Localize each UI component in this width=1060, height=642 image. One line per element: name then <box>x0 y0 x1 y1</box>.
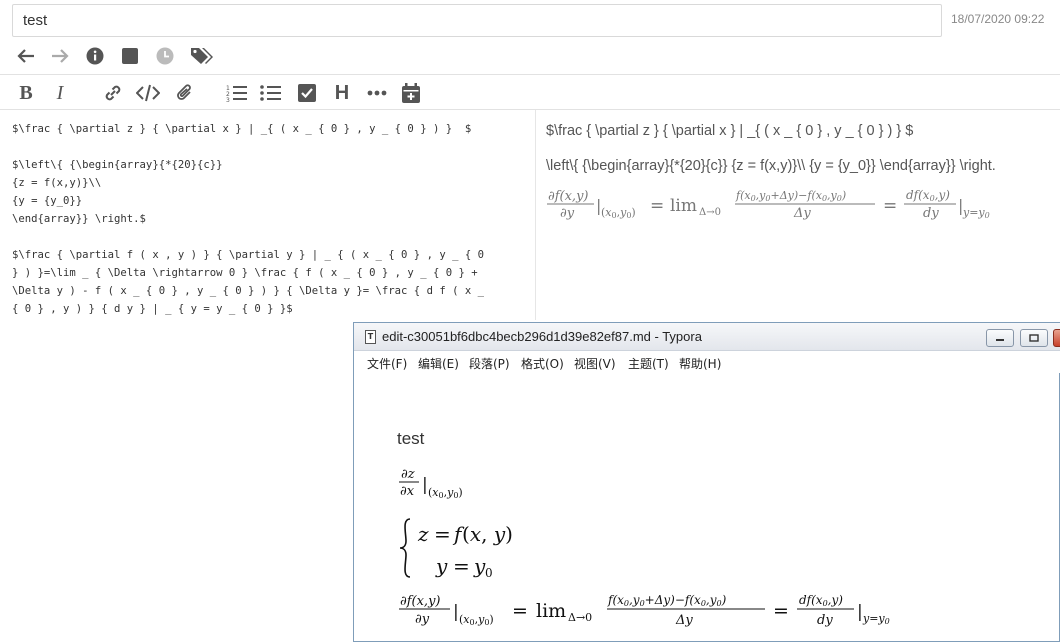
svg-text:0: 0 <box>485 566 493 580</box>
document-text: test <box>397 429 425 448</box>
svg-text:=: = <box>650 196 664 216</box>
pane-divider[interactable] <box>535 110 536 320</box>
preview-pane: $\frac { \partial z } { \partial x } | _… <box>546 110 1056 320</box>
preview-rendered-formula: ∂f(x,y) ∂y | (x0,y0) = lim Δ→0 f(x0,y0+Δ… <box>547 188 990 221</box>
svg-text:dy: dy <box>817 613 833 628</box>
menu-theme[interactable]: 主题(T) <box>628 355 669 372</box>
editor-line: \end{array}} \right.$ <box>12 213 146 225</box>
svg-text:=: = <box>453 554 470 578</box>
svg-text:=: = <box>434 522 451 546</box>
editor-line: $\frac { \partial f ( x , y ) } { \parti… <box>12 249 484 261</box>
editor-line: } ) }=\lim _ { \Delta \rightarrow 0 } \f… <box>12 267 478 279</box>
minimize-button[interactable] <box>986 329 1014 347</box>
checkbox-icon[interactable] <box>294 80 320 106</box>
svg-text:|: | <box>857 602 863 622</box>
svg-text:f(x0,y0+Δy)−f(x0,y0): f(x0,y0+Δy)−f(x0,y0) <box>607 593 727 608</box>
date-stamp: 18/07/2020 09:22 <box>951 12 1045 26</box>
square-icon[interactable] <box>119 45 141 67</box>
formula-system: z = f (x, y) y = y 0 <box>399 518 513 580</box>
svg-text:y: y <box>435 554 448 578</box>
info-icon[interactable] <box>84 45 106 67</box>
svg-text:Δy: Δy <box>793 206 811 221</box>
svg-text:=: = <box>883 196 897 216</box>
menu-file[interactable]: 文件(F) <box>367 355 407 372</box>
note-title-input[interactable]: test <box>12 4 942 37</box>
svg-text:dy: dy <box>923 206 939 221</box>
menu-help[interactable]: 帮助(H) <box>679 355 721 372</box>
editor-line: $\left\{ {\begin{array}{*{20}{c}} <box>12 159 223 171</box>
svg-text:y=y0: y=y0 <box>862 612 890 626</box>
arrow-right-icon[interactable] <box>49 45 71 67</box>
svg-text:(x, y): (x, y) <box>462 522 513 546</box>
svg-text:lim: lim <box>536 600 566 622</box>
code-icon[interactable] <box>135 80 161 106</box>
svg-text:∂z: ∂z <box>401 467 415 482</box>
preview-raw-line: $\frac { \partial z } { \partial x } | _… <box>546 123 914 139</box>
svg-text:(x0,y0): (x0,y0) <box>459 613 494 627</box>
typora-titlebar[interactable]: T edit-c30051bf6dbc4becb296d1d39e82ef87.… <box>354 323 1060 351</box>
bold-icon[interactable]: B <box>13 80 39 106</box>
svg-text:=: = <box>773 600 789 622</box>
formula-derivative: ∂f(x,y) ∂y | (x0,y0) = lim Δ→0 f(x0,y0+Δ… <box>399 593 890 628</box>
editor-line: $\frac { \partial z } { \partial x } | _… <box>12 123 472 135</box>
maximize-button[interactable] <box>1020 329 1048 347</box>
svg-text:∂x: ∂x <box>400 484 415 499</box>
svg-text:∂f(x,y): ∂f(x,y) <box>400 594 441 609</box>
file-icon: T <box>365 330 376 344</box>
svg-text:z: z <box>417 522 429 546</box>
ordered-list-icon[interactable]: 123 <box>224 80 250 106</box>
svg-text:df(x0,y): df(x0,y) <box>799 593 843 608</box>
svg-text:3: 3 <box>226 97 230 102</box>
typora-window[interactable]: T edit-c30051bf6dbc4becb296d1d39e82ef87.… <box>353 322 1060 642</box>
svg-text:=: = <box>512 600 528 622</box>
menu-view[interactable]: 视图(V) <box>574 355 616 372</box>
svg-text:Δ→0: Δ→0 <box>568 611 592 624</box>
svg-text:∂y: ∂y <box>415 612 430 627</box>
svg-text:lim: lim <box>670 196 697 216</box>
close-button[interactable] <box>1053 329 1060 347</box>
typora-menubar: 文件(F) 编辑(E) 段落(P) 格式(O) 视图(V) 主题(T) 帮助(H… <box>354 351 1060 373</box>
svg-text:(x0,y0): (x0,y0) <box>428 486 463 500</box>
more-icon[interactable] <box>364 80 390 106</box>
menu-format[interactable]: 格式(O) <box>521 355 564 372</box>
editor-line: \Delta y ) - f ( x _ { 0 } , y _ { 0 } )… <box>12 285 484 297</box>
menu-paragraph[interactable]: 段落(P) <box>469 355 510 372</box>
svg-text:∂f(x,y): ∂f(x,y) <box>548 189 589 204</box>
svg-text:Δ→0: Δ→0 <box>699 207 721 218</box>
window-title: edit-c30051bf6dbc4becb296d1d39e82ef87.md… <box>382 329 702 344</box>
tags-icon[interactable] <box>189 45 215 67</box>
calendar-icon[interactable] <box>398 80 424 106</box>
attachment-icon[interactable] <box>172 80 198 106</box>
svg-text:|: | <box>422 475 428 495</box>
svg-text:∂y: ∂y <box>560 206 575 221</box>
clock-icon[interactable] <box>154 45 176 67</box>
unordered-list-icon[interactable] <box>258 80 284 106</box>
svg-text:df(x0,y): df(x0,y) <box>906 188 950 203</box>
svg-text:|: | <box>453 602 459 622</box>
editor-line: {y = {y_0}} <box>12 195 83 207</box>
link-icon[interactable] <box>100 80 126 106</box>
svg-text:f(x0,y0+Δy)−f(x0,y0): f(x0,y0+Δy)−f(x0,y0) <box>735 189 846 203</box>
heading-icon[interactable]: H <box>329 80 355 106</box>
typora-document[interactable]: test ∂z ∂x | (x0,y0) z = f (x, y) y = y <box>354 373 1060 642</box>
svg-text:Δy: Δy <box>675 613 693 628</box>
svg-text:(x0,y0): (x0,y0) <box>601 206 636 220</box>
preview-raw-line: \left\{ {\begin{array}{*{20}{c}} {z = f(… <box>546 158 996 174</box>
formula-partial-z: ∂z ∂x | (x0,y0) <box>399 467 463 500</box>
header-divider <box>0 74 1060 75</box>
editor-line: { 0 } , y ) } { d y } | _ { y = y _ { 0 … <box>12 303 293 315</box>
italic-icon[interactable]: I <box>47 80 73 106</box>
arrow-left-icon[interactable] <box>15 45 37 67</box>
menu-edit[interactable]: 编辑(E) <box>418 355 459 372</box>
editor-line: {z = f(x,y)}\\ <box>12 177 102 189</box>
svg-text:y=y0: y=y0 <box>962 206 990 220</box>
